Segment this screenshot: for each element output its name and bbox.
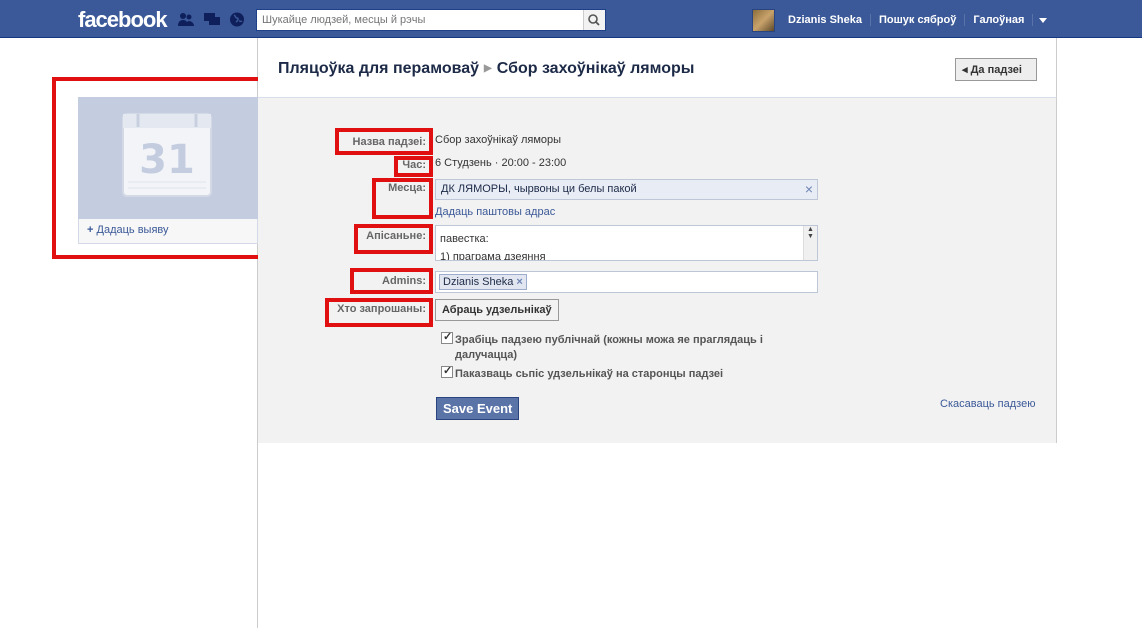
highlight-box-photo — [52, 77, 264, 259]
time-value[interactable]: 6 Студзень · 20:00 - 23:00 — [435, 157, 566, 169]
highlight-box-name — [335, 128, 433, 155]
cancel-event-link[interactable]: Скасаваць падзею — [940, 398, 1035, 410]
description-textarea[interactable]: павестка: 1) праграма дзеяння ▲ ▼ — [435, 225, 818, 261]
highlight-box-admins — [350, 268, 433, 294]
friend-requests-icon[interactable] — [178, 12, 194, 27]
save-event-button[interactable]: Save Event — [436, 397, 520, 420]
find-friends-link[interactable]: Пошук сяброў — [871, 14, 966, 26]
description-line: павестка: — [440, 233, 489, 245]
home-link[interactable]: Галоўная — [965, 14, 1034, 26]
breadcrumb-current[interactable]: Сбор захоўнікаў ляморы — [497, 60, 695, 77]
admin-token-label: Dzianis Sheka — [443, 276, 514, 288]
top-navigation-bar: facebook Dzianis Sheka Пошук сяброў Гало… — [0, 0, 1142, 38]
scroll-up-icon[interactable]: ▲ — [804, 226, 817, 233]
avatar[interactable] — [752, 8, 775, 32]
description-scrollbar[interactable]: ▲ ▼ — [803, 226, 817, 260]
scroll-down-icon[interactable]: ▼ — [804, 233, 817, 240]
highlight-box-time — [394, 156, 433, 177]
public-event-checkbox[interactable] — [441, 330, 453, 344]
event-name-value[interactable]: Сбор захоўнікаў ляморы — [435, 134, 561, 146]
breadcrumb: Пляцоўка для перамоваў ▶ Сбор захоўнікаў л… — [278, 60, 694, 78]
choose-guests-button[interactable]: Абраць удзельнікаў — [435, 299, 559, 321]
description-line: 1) праграма дзеяння — [440, 251, 546, 261]
back-to-event-label: Да падзеі — [970, 64, 1022, 76]
account-menu-chevron-down-icon[interactable] — [1039, 17, 1048, 23]
remove-admin-close-icon[interactable]: × — [516, 276, 522, 288]
admins-field[interactable]: Dzianis Sheka × — [435, 271, 818, 293]
chevron-left-icon: ◂ — [962, 64, 968, 76]
public-event-label: Зрабіць падзею публічнай (кожны можа яе … — [455, 334, 763, 361]
profile-link[interactable]: Dzianis Sheka — [780, 14, 871, 26]
search-icon — [588, 14, 600, 26]
page-header: Пляцоўка для перамоваў ▶ Сбор захоўнікаў л… — [258, 38, 1057, 98]
notifications-globe-icon[interactable] — [229, 12, 245, 27]
place-field[interactable]: ДК ЛЯМОРЫ, чырвоны ци белы пакой × — [435, 179, 818, 200]
account-navigation: Dzianis Sheka Пошук сяброў Галоўная — [752, 8, 1048, 32]
facebook-logo[interactable]: facebook — [78, 7, 168, 33]
search-button[interactable] — [583, 10, 605, 30]
admin-token[interactable]: Dzianis Sheka × — [439, 274, 527, 290]
add-address-link[interactable]: Дадаць паштовы адрас — [435, 206, 555, 218]
highlight-box-invited — [325, 298, 433, 327]
messages-icon[interactable] — [204, 12, 220, 27]
clear-place-close-icon[interactable]: × — [805, 181, 813, 197]
breadcrumb-arrow-icon: ▶ — [484, 63, 492, 74]
search-box[interactable] — [256, 9, 606, 31]
highlight-box-description — [354, 224, 433, 254]
breadcrumb-parent[interactable]: Пляцоўка для перамоваў — [278, 60, 479, 77]
place-value: ДК ЛЯМОРЫ, чырвоны ци белы пакой — [441, 183, 637, 195]
show-guests-label: Паказваць сьпіс удзельнікаў на старонцы … — [455, 368, 724, 380]
search-input[interactable] — [257, 10, 581, 30]
highlight-box-place — [372, 178, 433, 219]
back-to-event-button[interactable]: ◂ Да падзеі — [955, 58, 1037, 81]
show-guests-checkbox[interactable] — [441, 364, 453, 378]
